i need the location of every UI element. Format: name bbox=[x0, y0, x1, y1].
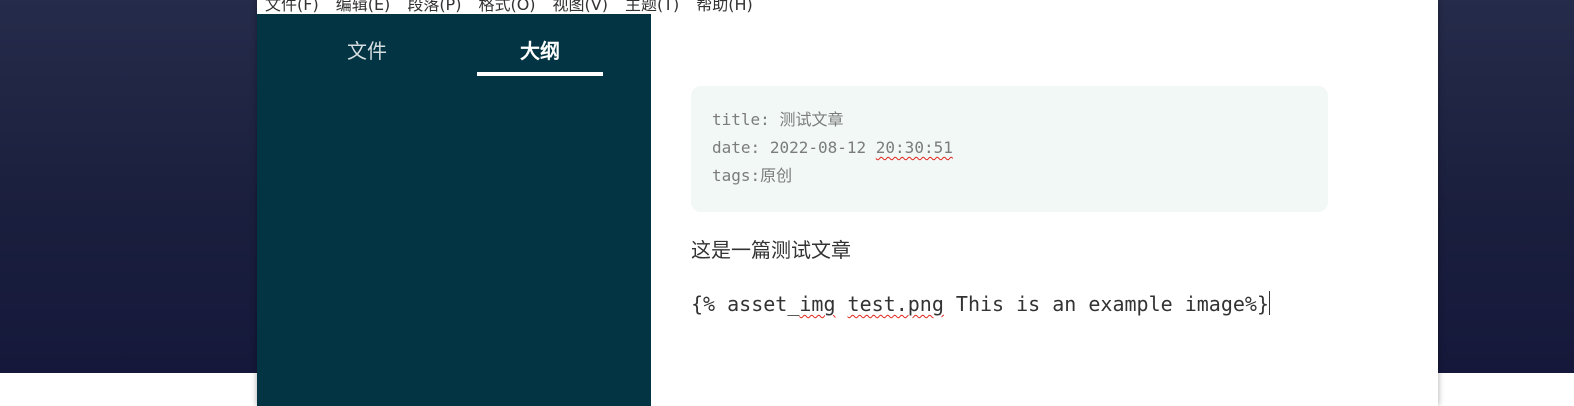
asset-img-line[interactable]: {% asset_img test.png This is an example… bbox=[691, 290, 1270, 318]
front-matter-block[interactable]: title: 测试文章 date: 2022-08-12 20:30:51 ta… bbox=[691, 86, 1328, 212]
body-paragraph[interactable]: 这是一篇测试文章 bbox=[691, 236, 851, 264]
tab-outline[interactable]: 大纲 bbox=[477, 37, 603, 67]
menu-format[interactable]: 格式(O) bbox=[478, 0, 535, 15]
menu-help[interactable]: 帮助(H) bbox=[696, 0, 753, 15]
front-matter-date-line: date: 2022-08-12 20:30:51 bbox=[712, 134, 1307, 162]
fm-date-value: 2022-08-12 bbox=[769, 138, 867, 157]
editor-area[interactable]: title: 测试文章 date: 2022-08-12 20:30:51 ta… bbox=[651, 14, 1438, 406]
code-prefix: {% asset_ bbox=[691, 292, 800, 316]
front-matter-title-line: title: 测试文章 bbox=[712, 106, 1307, 134]
sidebar: 文件 大纲 bbox=[257, 14, 651, 406]
menu-view[interactable]: 视图(V) bbox=[553, 0, 608, 15]
menu-paragraph[interactable]: 段落(P) bbox=[407, 0, 461, 15]
code-rest: This is an example image%} bbox=[943, 292, 1269, 316]
menu-theme[interactable]: 主题(T) bbox=[625, 0, 679, 15]
code-filename: test.png bbox=[847, 292, 944, 316]
typora-window: 文件(F) 编辑(E) 段落(P) 格式(O) 视图(V) 主题(T) 帮助(H… bbox=[257, 0, 1438, 406]
tab-files[interactable]: 文件 bbox=[304, 37, 430, 67]
menu-file[interactable]: 文件(F) bbox=[265, 0, 319, 15]
fm-date-key: date: bbox=[712, 138, 761, 157]
active-tab-indicator bbox=[477, 72, 603, 76]
fm-title-value: 测试文章 bbox=[779, 110, 844, 129]
fm-tags-value: 原创 bbox=[760, 166, 793, 185]
text-cursor bbox=[1268, 291, 1270, 315]
fm-title-key: title: bbox=[712, 110, 770, 129]
menu-bar: 文件(F) 编辑(E) 段落(P) 格式(O) 视图(V) 主题(T) 帮助(H… bbox=[257, 0, 1438, 14]
fm-time-value: 20:30:51 bbox=[875, 138, 953, 157]
code-img-token: img bbox=[799, 292, 836, 316]
front-matter-tags-line: tags:原创 bbox=[712, 162, 1307, 190]
fm-tags-key: tags: bbox=[712, 166, 761, 185]
menu-edit[interactable]: 编辑(E) bbox=[336, 0, 391, 15]
